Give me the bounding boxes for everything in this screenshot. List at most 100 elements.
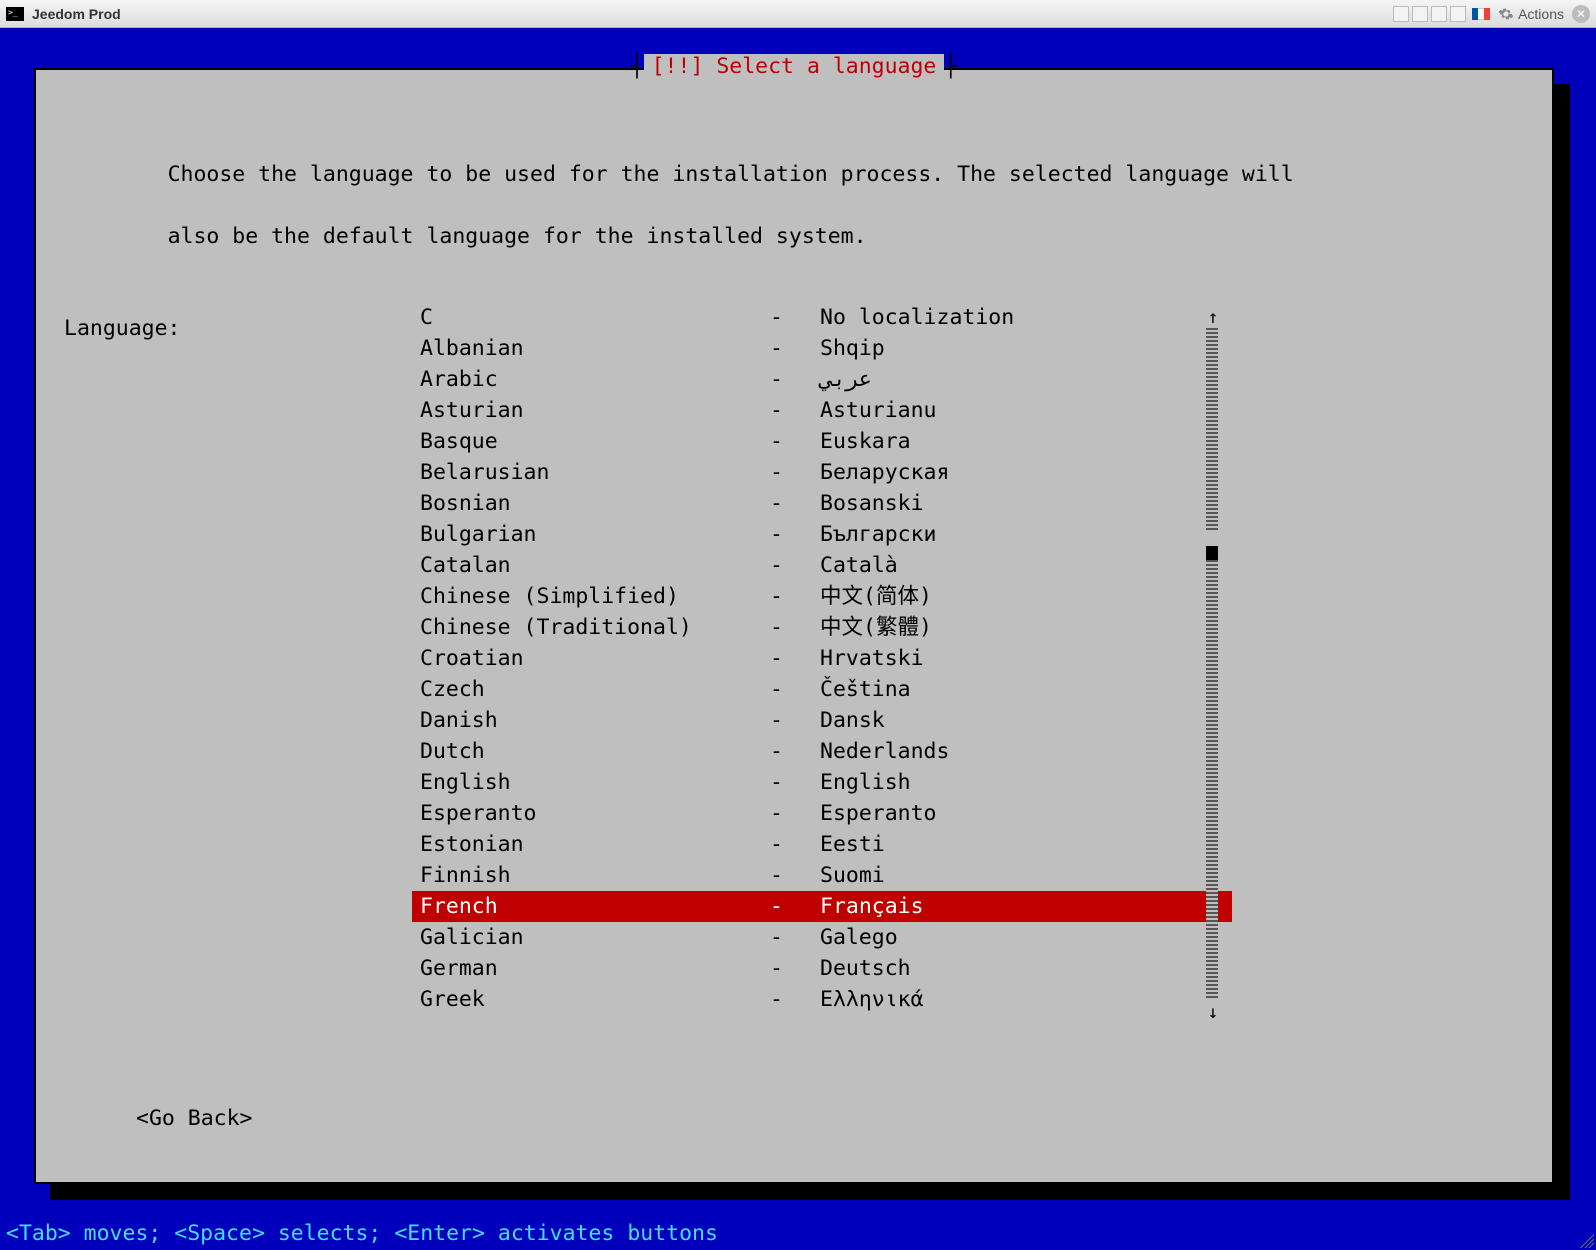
language-english-name: Estonian (420, 829, 770, 860)
language-english-name: Bosnian (420, 488, 770, 519)
language-option[interactable]: Esperanto-Esperanto (412, 798, 1232, 829)
language-native-name: Euskara (820, 426, 1232, 457)
flag-france-icon[interactable] (1472, 8, 1490, 20)
language-english-name: Basque (420, 426, 770, 457)
gear-icon[interactable] (1498, 6, 1514, 22)
language-option[interactable]: Bosnian-Bosanski (412, 488, 1232, 519)
language-native-name: No localization (820, 302, 1232, 333)
language-native-name: Deutsch (820, 953, 1232, 984)
language-separator: - (770, 302, 820, 333)
language-native-name: Asturianu (820, 395, 1232, 426)
language-separator: - (770, 953, 820, 984)
language-option[interactable]: English-English (412, 767, 1232, 798)
language-separator: - (770, 674, 820, 705)
language-option[interactable]: Croatian-Hrvatski (412, 643, 1232, 674)
language-option[interactable]: Galician-Galego (412, 922, 1232, 953)
go-back-button[interactable]: <Go Back> (136, 1103, 253, 1134)
language-option[interactable]: Arabic-عربي (412, 364, 1232, 395)
language-option[interactable]: Finnish-Suomi (412, 860, 1232, 891)
language-english-name: Dutch (420, 736, 770, 767)
language-option[interactable]: Bulgarian-Български (412, 519, 1232, 550)
scroll-down-icon[interactable]: ↓ (1206, 997, 1220, 1028)
language-separator: - (770, 798, 820, 829)
language-option[interactable]: Czech-Čeština (412, 674, 1232, 705)
language-separator: - (770, 488, 820, 519)
language-option[interactable]: German-Deutsch (412, 953, 1232, 984)
language-option[interactable]: Dutch-Nederlands (412, 736, 1232, 767)
language-native-name: Bosanski (820, 488, 1232, 519)
language-option[interactable]: C-No localization (412, 302, 1232, 333)
language-english-name: Finnish (420, 860, 770, 891)
language-list[interactable]: C-No localizationAlbanian-ShqipArabic-عر… (412, 302, 1232, 1015)
language-separator: - (770, 395, 820, 426)
window-button-3[interactable] (1431, 6, 1447, 22)
actions-label[interactable]: Actions (1518, 6, 1564, 22)
installer-background: ┤[!!] Select a language├ Choose the lang… (0, 28, 1596, 1250)
window-title: Jeedom Prod (32, 6, 121, 22)
language-native-name: Dansk (820, 705, 1232, 736)
language-option[interactable]: Chinese (Traditional)-中文(繁體) (412, 612, 1232, 643)
language-option[interactable]: Asturian-Asturianu (412, 395, 1232, 426)
language-separator: - (770, 457, 820, 488)
window-button-4[interactable] (1450, 6, 1466, 22)
language-english-name: Bulgarian (420, 519, 770, 550)
language-option[interactable]: Estonian-Eesti (412, 829, 1232, 860)
language-separator: - (770, 364, 820, 395)
resize-grip-icon[interactable] (1580, 1234, 1594, 1248)
language-native-name: Català (820, 550, 1232, 581)
language-english-name: Czech (420, 674, 770, 705)
close-icon[interactable]: ✕ (1572, 5, 1590, 23)
language-option[interactable]: Danish-Dansk (412, 705, 1232, 736)
window-button-2[interactable] (1412, 6, 1428, 22)
language-native-name: 中文(简体) (820, 581, 1232, 612)
window-button-1[interactable] (1393, 6, 1409, 22)
language-english-name: Esperanto (420, 798, 770, 829)
language-english-name: Danish (420, 705, 770, 736)
language-native-name: Galego (820, 922, 1232, 953)
language-separator: - (770, 333, 820, 364)
instructions-line-1: Choose the language to be used for the i… (168, 162, 1294, 187)
language-english-name: German (420, 953, 770, 984)
language-separator: - (770, 643, 820, 674)
language-separator: - (770, 736, 820, 767)
language-separator: - (770, 891, 820, 922)
language-separator: - (770, 612, 820, 643)
language-native-name: English (820, 767, 1232, 798)
language-option[interactable]: Greek-Ελληνικά (412, 984, 1232, 1015)
language-separator: - (770, 860, 820, 891)
language-scrollbar[interactable]: ↑ ↓ (1206, 302, 1218, 1022)
language-option[interactable]: Belarusian-Беларуская (412, 457, 1232, 488)
language-separator: - (770, 705, 820, 736)
scrollbar-track[interactable] (1206, 326, 1218, 998)
language-native-name: Eesti (820, 829, 1232, 860)
language-english-name: Greek (420, 984, 770, 1015)
language-option[interactable]: Albanian-Shqip (412, 333, 1232, 364)
instructions-line-2: also be the default language for the ins… (168, 224, 867, 249)
language-separator: - (770, 550, 820, 581)
language-option[interactable]: Basque-Euskara (412, 426, 1232, 457)
language-english-name: Arabic (420, 364, 770, 395)
language-separator: - (770, 829, 820, 860)
language-english-name: Albanian (420, 333, 770, 364)
language-separator: - (770, 767, 820, 798)
scrollbar-gap (1206, 530, 1218, 546)
language-english-name: Belarusian (420, 457, 770, 488)
dialog-instructions: Choose the language to be used for the i… (64, 128, 1524, 283)
language-option[interactable]: Catalan-Català (412, 550, 1232, 581)
language-option[interactable]: Chinese (Simplified)-中文(简体) (412, 581, 1232, 612)
language-separator: - (770, 581, 820, 612)
language-native-name: Shqip (820, 333, 1232, 364)
language-option[interactable]: French-Français (412, 891, 1232, 922)
language-native-name: Nederlands (820, 736, 1232, 767)
language-native-name: Hrvatski (820, 643, 1232, 674)
language-native-name: Български (820, 519, 1232, 550)
language-separator: - (770, 519, 820, 550)
language-english-name: Asturian (420, 395, 770, 426)
language-english-name: English (420, 767, 770, 798)
language-english-name: Catalan (420, 550, 770, 581)
language-english-name: Chinese (Simplified) (420, 581, 770, 612)
language-native-name: Suomi (820, 860, 1232, 891)
scrollbar-thumb[interactable] (1206, 546, 1218, 560)
window-titlebar: Jeedom Prod Actions ✕ (0, 0, 1596, 28)
language-separator: - (770, 426, 820, 457)
